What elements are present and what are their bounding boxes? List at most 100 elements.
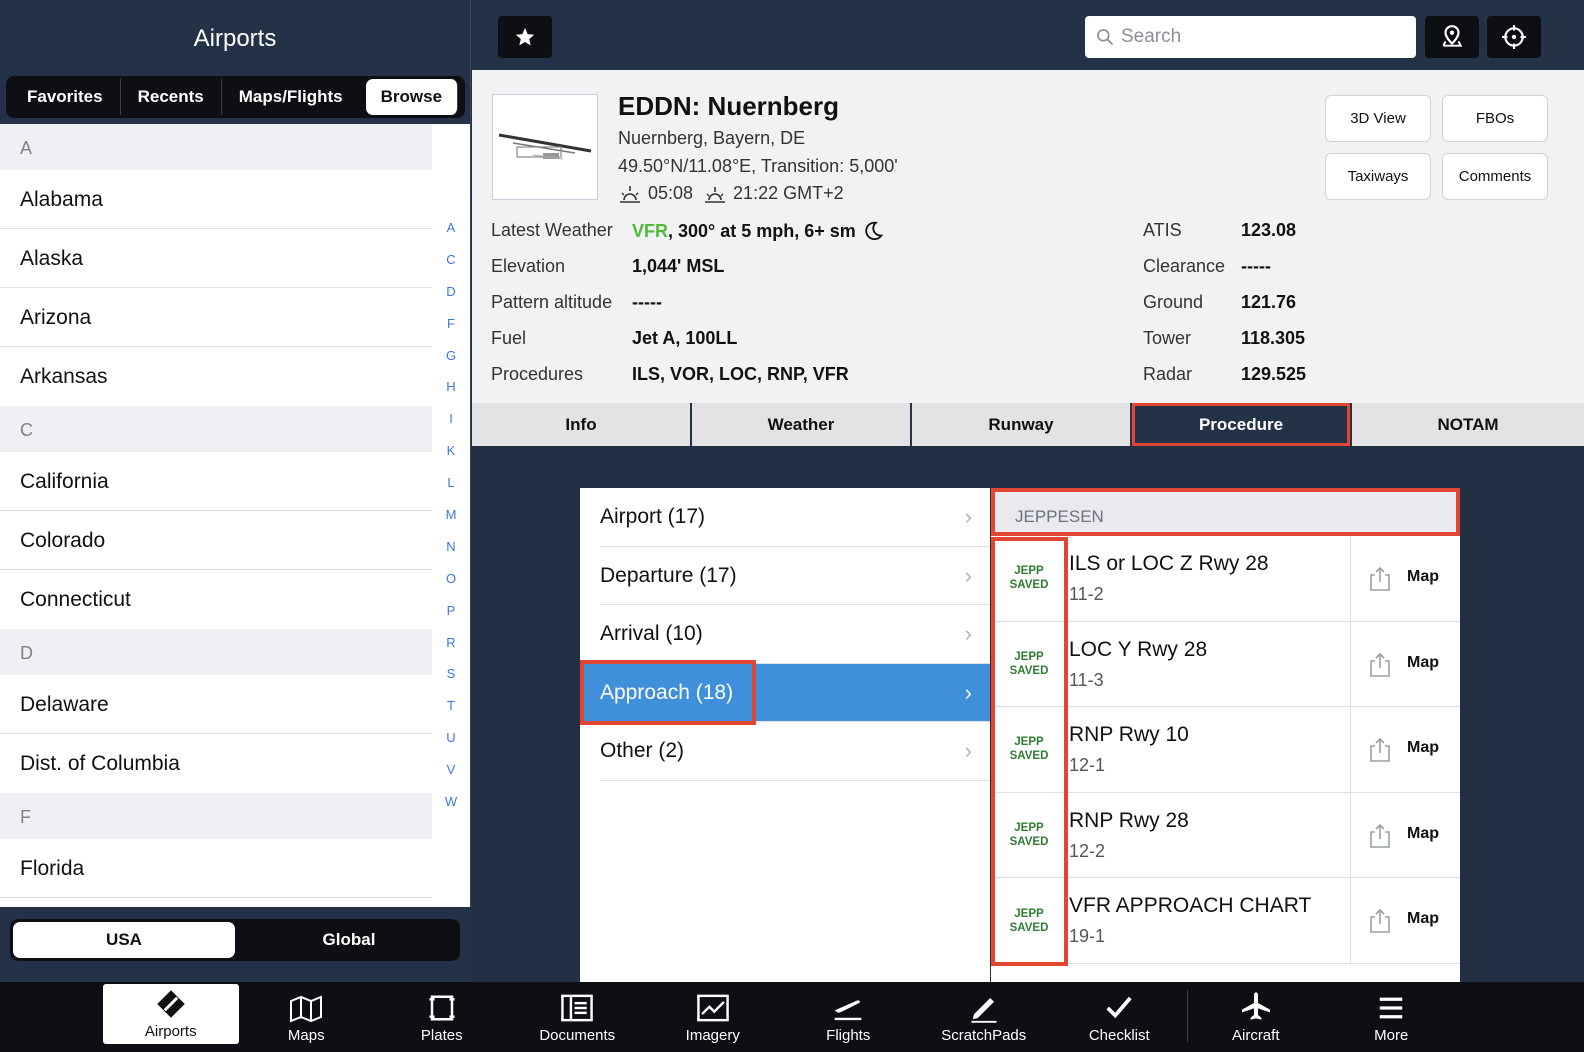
airport-tabs: Info Weather Runway Procedure NOTAM bbox=[472, 403, 1584, 446]
nav-more[interactable]: More bbox=[1324, 982, 1460, 1052]
map-button[interactable]: Map bbox=[1407, 568, 1439, 586]
3d-view-button[interactable]: 3D View bbox=[1325, 95, 1431, 142]
map-button[interactable]: Map bbox=[1407, 739, 1439, 757]
jepp-saved-badge: JEPP SAVED bbox=[1009, 736, 1049, 763]
divider bbox=[1350, 878, 1351, 963]
category-arrival[interactable]: Arrival (10) › bbox=[580, 605, 990, 664]
index-letter[interactable]: I bbox=[437, 411, 465, 443]
index-letter[interactable]: R bbox=[437, 635, 465, 667]
index-letter[interactable]: U bbox=[437, 730, 465, 762]
index-letter[interactable]: G bbox=[437, 348, 465, 380]
procedure-name: LOC Y Rwy 28 bbox=[1069, 637, 1208, 661]
tower-value[interactable]: 118.305 bbox=[1241, 328, 1305, 349]
nav-plates[interactable]: Plates bbox=[374, 982, 510, 1052]
index-letter[interactable]: C bbox=[437, 252, 465, 284]
fbos-button[interactable]: FBOs bbox=[1442, 95, 1548, 142]
region-usa[interactable]: USA bbox=[13, 922, 235, 958]
index-letter[interactable]: D bbox=[437, 284, 465, 316]
procedure-row[interactable]: JEPP SAVED RNP Rwy 10 12-1 Map bbox=[991, 707, 1460, 793]
region-segmented-control: USA Global bbox=[10, 919, 460, 961]
procedure-row[interactable]: JEPP SAVED ILS or LOC Z Rwy 28 11-2 Map bbox=[991, 536, 1460, 622]
tab-runway[interactable]: Runway bbox=[912, 403, 1130, 446]
list-item[interactable]: Arkansas bbox=[0, 347, 432, 406]
ground-value[interactable]: 121.76 bbox=[1241, 292, 1296, 313]
tab-recents[interactable]: Recents bbox=[121, 79, 222, 115]
weather-value[interactable]: VFR , 300° at 5 mph, 6+ sm bbox=[632, 220, 884, 242]
list-item[interactable]: Arizona bbox=[0, 288, 432, 347]
tab-procedure[interactable]: Procedure bbox=[1132, 403, 1350, 446]
search-input[interactable]: Search bbox=[1085, 16, 1416, 58]
locate-button[interactable] bbox=[1487, 16, 1541, 58]
nav-aircraft[interactable]: Aircraft bbox=[1188, 982, 1324, 1052]
procedure-row[interactable]: JEPP SAVED RNP Rwy 28 12-2 Map bbox=[991, 792, 1460, 879]
weather-label: Latest Weather bbox=[491, 220, 613, 240]
tab-info[interactable]: Info bbox=[472, 403, 690, 446]
category-label: Departure (17) bbox=[600, 563, 737, 587]
tab-favorites[interactable]: Favorites bbox=[10, 79, 121, 115]
category-approach[interactable]: Approach (18) › bbox=[580, 663, 990, 722]
airport-diagram-thumbnail[interactable] bbox=[492, 94, 598, 200]
favorite-button[interactable] bbox=[498, 16, 552, 58]
nav-maps[interactable]: Maps bbox=[239, 982, 375, 1052]
index-letter[interactable]: L bbox=[437, 475, 465, 507]
list-item[interactable]: Colorado bbox=[0, 511, 432, 570]
nav-scratchpads[interactable]: ScratchPads bbox=[916, 982, 1052, 1052]
tab-browse[interactable]: Browse bbox=[365, 79, 459, 115]
share-icon[interactable] bbox=[1369, 823, 1391, 849]
flight-category: VFR bbox=[632, 220, 668, 241]
index-letter[interactable]: N bbox=[437, 539, 465, 571]
list-item[interactable]: Alabama bbox=[0, 170, 432, 229]
nav-checklist[interactable]: Checklist bbox=[1052, 982, 1188, 1052]
share-icon[interactable] bbox=[1369, 908, 1391, 934]
list-item[interactable]: Dist. of Columbia bbox=[0, 734, 432, 793]
category-other[interactable]: Other (2) › bbox=[580, 722, 990, 781]
section-header: A bbox=[0, 124, 432, 170]
airports-segmented-control: Favorites Recents Maps/Flights Browse bbox=[6, 76, 465, 118]
nav-airports[interactable]: Airports bbox=[103, 984, 239, 1044]
index-letter[interactable]: V bbox=[437, 762, 465, 794]
map-button[interactable]: Map bbox=[1407, 910, 1439, 928]
map-button[interactable]: Map bbox=[1407, 654, 1439, 672]
index-letter[interactable]: F bbox=[437, 316, 465, 348]
list-item[interactable]: Delaware bbox=[0, 675, 432, 734]
radar-value[interactable]: 129.525 bbox=[1241, 364, 1306, 385]
procedure-row[interactable]: JEPP SAVED LOC Y Rwy 28 11-3 Map bbox=[991, 621, 1460, 708]
atis-value[interactable]: 123.08 bbox=[1241, 220, 1296, 241]
pattern-altitude-label: Pattern altitude bbox=[491, 292, 613, 312]
index-letter[interactable]: O bbox=[437, 571, 465, 603]
map-button[interactable]: Map bbox=[1407, 825, 1439, 843]
index-letter[interactable]: K bbox=[437, 443, 465, 475]
list-item[interactable]: Alaska bbox=[0, 229, 432, 288]
nav-flights[interactable]: Flights bbox=[781, 982, 917, 1052]
share-icon[interactable] bbox=[1369, 652, 1391, 678]
region-global[interactable]: Global bbox=[238, 919, 460, 961]
comments-button[interactable]: Comments bbox=[1442, 153, 1548, 200]
list-item[interactable]: California bbox=[0, 452, 432, 511]
category-label: Other (2) bbox=[600, 739, 685, 763]
tab-notam[interactable]: NOTAM bbox=[1352, 403, 1584, 446]
tab-weather[interactable]: Weather bbox=[692, 403, 910, 446]
share-icon[interactable] bbox=[1369, 566, 1391, 592]
clearance-label: Clearance bbox=[1143, 256, 1226, 276]
index-letter[interactable]: M bbox=[437, 507, 465, 539]
nav-documents[interactable]: Documents bbox=[510, 982, 646, 1052]
index-letter[interactable]: A bbox=[437, 220, 465, 252]
share-icon[interactable] bbox=[1369, 737, 1391, 763]
category-airport[interactable]: Airport (17) › bbox=[580, 488, 990, 547]
tab-maps-flights[interactable]: Maps/Flights bbox=[222, 79, 360, 115]
taxiways-button[interactable]: Taxiways bbox=[1325, 153, 1431, 200]
index-letter[interactable]: H bbox=[437, 379, 465, 411]
list-item[interactable]: Florida bbox=[0, 839, 432, 898]
category-departure[interactable]: Departure (17) › bbox=[580, 547, 990, 606]
index-letter[interactable]: S bbox=[437, 666, 465, 698]
index-letter[interactable]: T bbox=[437, 698, 465, 730]
index-letter[interactable]: W bbox=[437, 794, 465, 826]
index-letter[interactable]: P bbox=[437, 603, 465, 635]
procedure-row[interactable]: JEPP SAVED VFR APPROACH CHART 19-1 Map bbox=[991, 878, 1460, 964]
alphabet-index[interactable]: A C D F G H I K L M N O P R S T U V W bbox=[437, 220, 465, 826]
search-placeholder: Search bbox=[1121, 26, 1182, 47]
nav-imagery[interactable]: Imagery bbox=[645, 982, 781, 1052]
map-pin-button[interactable] bbox=[1425, 16, 1479, 58]
atis-label: ATIS bbox=[1143, 220, 1182, 240]
list-item[interactable]: Connecticut bbox=[0, 570, 432, 629]
